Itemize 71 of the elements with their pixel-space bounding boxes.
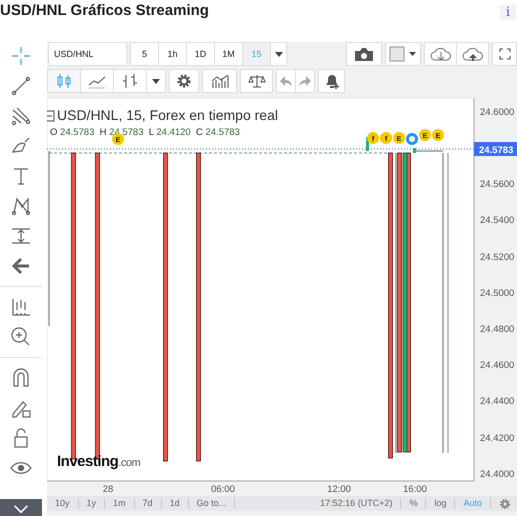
expand-icon (498, 48, 510, 60)
bell-plus-icon (324, 73, 340, 89)
caret-icon (274, 52, 282, 56)
trendline-tool-icon[interactable] (9, 74, 33, 98)
symbol-field[interactable]: USD/HNL (48, 42, 127, 66)
price-axis-label: 24.6000 (480, 107, 514, 118)
interval-button[interactable]: 1D (186, 42, 215, 66)
current-price-label: 24.5783 (474, 142, 517, 156)
price-axis-label: 24.4400 (480, 396, 514, 407)
legend-title: USD/HNL, 15, Forex en tiempo real (57, 107, 278, 123)
time-axis-label: 28 (102, 484, 114, 495)
candles-chart-button[interactable] (47, 69, 81, 93)
time-axis-label: 06:00 (211, 484, 235, 495)
alert-button[interactable] (318, 69, 345, 93)
settings-button[interactable] (169, 69, 199, 93)
chevron-down-icon (13, 504, 29, 514)
redo-arrow-icon (299, 76, 311, 86)
line-chart-button[interactable] (80, 69, 114, 93)
price-axis-label: 24.5000 (480, 288, 514, 299)
range-button[interactable]: 1y (78, 498, 106, 509)
fullscreen-button[interactable] (492, 42, 517, 66)
bars-chart-button[interactable] (113, 69, 147, 93)
price-axis-label: 24.4200 (480, 433, 514, 444)
price-axis-label: 24.5200 (480, 252, 514, 263)
investing-logo: Investing.com (57, 453, 140, 470)
undo-arrow-icon (280, 76, 292, 86)
price-line (414, 150, 444, 152)
range-button[interactable]: 1m (105, 498, 135, 509)
candles-icon (55, 73, 73, 89)
screenshot-button[interactable] (346, 42, 382, 66)
bullish-candle (413, 148, 416, 153)
price-axis-label: 24.4000 (480, 469, 514, 480)
collapse-button[interactable] (0, 499, 42, 516)
caret-icon (152, 78, 160, 84)
camera-icon (354, 46, 374, 62)
time-axis-label: 16:00 (403, 484, 427, 495)
color-picker[interactable] (385, 42, 421, 66)
cloud-download-icon (428, 46, 452, 62)
color-swatch-icon (389, 46, 417, 62)
scale-option[interactable]: log (426, 498, 456, 509)
range-button[interactable]: 1d (162, 498, 189, 509)
scale-option[interactable]: % (401, 498, 426, 509)
interval-dropdown[interactable] (270, 42, 287, 66)
bars-icon (121, 73, 139, 89)
indicators-button[interactable] (202, 69, 237, 93)
cloud-download-button[interactable] (424, 42, 457, 66)
collapse-legend-icon (47, 110, 54, 122)
scale-icon (248, 74, 266, 88)
cloud-upload-icon (460, 46, 484, 62)
crosshair-tool-icon[interactable] (9, 44, 33, 68)
event-circle-icon (406, 133, 418, 145)
cloud-upload-button[interactable] (456, 42, 489, 66)
go-to-button[interactable]: Go to... (188, 498, 236, 509)
price-axis-label: 24.4600 (480, 360, 514, 371)
chart-type-dropdown[interactable] (146, 69, 166, 93)
compare-button[interactable] (240, 69, 273, 93)
settings-icon[interactable] (499, 498, 511, 510)
range-button[interactable]: 10y (47, 498, 79, 509)
page-title: USD/HNL Gráficos Streaming (0, 2, 209, 19)
info-button[interactable]: i (500, 5, 516, 20)
price-axis-label: 24.4800 (480, 324, 514, 335)
interval-button[interactable]: 1h (158, 42, 187, 66)
indicator-bars-icon (210, 74, 228, 88)
settings-icon (176, 73, 192, 89)
range-button[interactable]: 7d (134, 498, 162, 509)
clock-time: 17:52:16 (UTC+2) (320, 498, 402, 509)
price-axis-label: 24.5400 (480, 215, 514, 226)
price-axis-label: 24.5600 (480, 179, 514, 190)
time-axis-label: 12:00 (327, 484, 351, 495)
interval-button[interactable]: 1M (214, 42, 243, 66)
interval-button[interactable]: 5 (130, 42, 159, 66)
